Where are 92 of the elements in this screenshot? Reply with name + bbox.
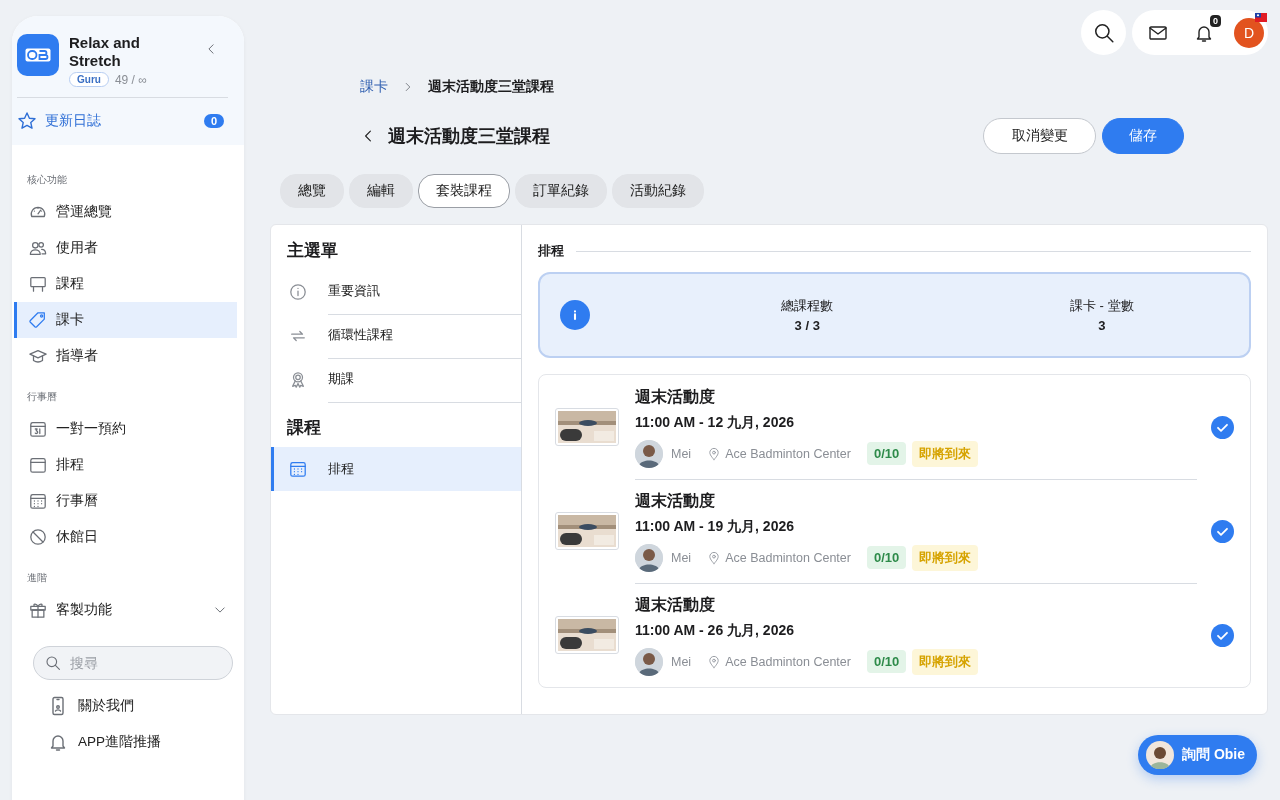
sidebar-item[interactable]: 營運總覽 bbox=[14, 194, 237, 230]
search-button[interactable] bbox=[1081, 10, 1126, 55]
session-time: 11:00 AM - 12 九月, 2026 bbox=[635, 413, 795, 432]
sidebar-item[interactable]: APP進階推播 bbox=[14, 724, 244, 760]
capacity-badge: 0/10 bbox=[866, 546, 907, 569]
count-badge: 0 bbox=[203, 114, 224, 128]
status-badge: 即將到來 bbox=[912, 440, 979, 467]
tag-icon bbox=[29, 311, 47, 329]
tab[interactable]: 訂單紀錄 bbox=[515, 174, 607, 208]
search-icon bbox=[45, 655, 61, 671]
app-logo bbox=[17, 34, 59, 76]
location-name: Ace Badminton Center bbox=[725, 446, 851, 461]
ask-assistant-button[interactable]: 詢問 Obie bbox=[1138, 735, 1257, 775]
sidebar-item[interactable]: 休館日 bbox=[14, 519, 237, 555]
instructor-avatar bbox=[635, 647, 663, 676]
calendar-icon bbox=[29, 492, 47, 510]
sidebar-item[interactable]: 課程 bbox=[14, 266, 237, 302]
prohibited-icon bbox=[29, 528, 47, 546]
pin-icon bbox=[707, 654, 722, 669]
status-badge: 即將到來 bbox=[912, 544, 979, 571]
section-heading: 行事曆 bbox=[26, 390, 58, 404]
tab[interactable]: 編輯 bbox=[349, 174, 413, 208]
notification-button[interactable]: 0 bbox=[1188, 16, 1220, 49]
summary-label: 總課程數 bbox=[780, 297, 835, 315]
sidebar-item[interactable]: 行事曆 bbox=[14, 483, 237, 519]
assistant-avatar bbox=[1146, 741, 1174, 769]
instructor-name: Mei bbox=[671, 654, 692, 669]
section-heading: 核心功能 bbox=[26, 173, 68, 187]
pin-icon bbox=[707, 446, 722, 461]
checkbox[interactable] bbox=[1211, 623, 1234, 647]
menu-item[interactable]: 排程 bbox=[271, 447, 521, 491]
save-button[interactable]: 儲存 bbox=[1102, 118, 1184, 154]
summary-label: 課卡 - 堂數 bbox=[1068, 297, 1135, 315]
summary-value: 3 bbox=[1097, 318, 1107, 333]
changelog-link[interactable]: 更新日誌 0 bbox=[17, 97, 228, 145]
sidebar-item[interactable]: 客製功能 bbox=[14, 592, 237, 628]
menu-item[interactable]: 循環性課程 bbox=[271, 314, 521, 358]
instructor-name: Mei bbox=[671, 550, 692, 565]
info-icon bbox=[289, 283, 307, 301]
section-heading: 排程 bbox=[538, 243, 564, 260]
page-title: 週末活動度三堂課程 bbox=[388, 125, 550, 148]
session-time: 11:00 AM - 19 九月, 2026 bbox=[635, 517, 795, 536]
instructor-name: Mei bbox=[671, 446, 692, 461]
checkbox[interactable] bbox=[1211, 519, 1234, 543]
calendar-icon bbox=[29, 420, 47, 438]
notification-badge: 0 bbox=[1210, 14, 1221, 27]
sidebar-item[interactable]: 一對一預約 bbox=[14, 411, 237, 447]
tab[interactable]: 套裝課程 bbox=[418, 174, 510, 208]
section-heading: 進階 bbox=[26, 571, 48, 585]
bell-icon bbox=[48, 732, 68, 752]
workspace-name: Relax and Stretch bbox=[69, 34, 141, 70]
sidebar-item[interactable]: 課卡 bbox=[14, 302, 237, 338]
capacity-badge: 0/10 bbox=[866, 442, 907, 465]
breadcrumb-current: 週末活動度三堂課程 bbox=[428, 78, 554, 96]
pin-icon bbox=[707, 550, 722, 565]
sidebar-item[interactable]: 使用者 bbox=[14, 230, 237, 266]
location-name: Ace Badminton Center bbox=[725, 550, 851, 565]
plan-badge: Guru bbox=[69, 72, 109, 87]
tab[interactable]: 活動紀錄 bbox=[612, 174, 704, 208]
cancel-button[interactable]: 取消變更 bbox=[983, 118, 1096, 154]
status-badge: 即將到來 bbox=[912, 648, 979, 675]
menu-item[interactable]: 重要資訊 bbox=[271, 270, 521, 314]
menu-item[interactable]: 期課 bbox=[271, 358, 521, 402]
search-field[interactable]: 搜尋 bbox=[33, 646, 233, 680]
location-name: Ace Badminton Center bbox=[725, 654, 851, 669]
instructor-avatar bbox=[635, 543, 663, 572]
session-time: 11:00 AM - 26 九月, 2026 bbox=[635, 621, 795, 640]
easel-icon bbox=[29, 275, 47, 293]
checkbox[interactable] bbox=[1211, 415, 1234, 439]
sidebar-item[interactable]: 指導者 bbox=[14, 338, 237, 374]
session-title: 週末活動度 bbox=[635, 594, 716, 615]
tab[interactable]: 總覽 bbox=[280, 174, 344, 208]
breadcrumb-link[interactable]: 課卡 bbox=[360, 78, 388, 96]
calendar-icon bbox=[29, 456, 47, 474]
info-icon bbox=[560, 300, 590, 330]
sidebar-item[interactable]: 關於我們 bbox=[14, 688, 244, 724]
gift-icon bbox=[29, 601, 47, 619]
menu-heading: 課程 bbox=[286, 417, 322, 439]
award-icon bbox=[289, 371, 307, 389]
star-icon bbox=[17, 111, 37, 131]
session-title: 週末活動度 bbox=[635, 386, 716, 407]
summary-value: 3 / 3 bbox=[793, 318, 821, 333]
session-title: 週末活動度 bbox=[635, 490, 716, 511]
capacity-badge: 0/10 bbox=[866, 650, 907, 673]
search-icon bbox=[1092, 21, 1115, 44]
users-icon bbox=[29, 239, 47, 257]
instructor-avatar bbox=[635, 439, 663, 468]
graduation-cap-icon bbox=[29, 347, 47, 365]
menu-heading: 主選單 bbox=[286, 240, 339, 262]
sidebar-item[interactable]: 排程 bbox=[14, 447, 237, 483]
usage-count: 49 / ∞ bbox=[114, 72, 147, 87]
calendar-icon bbox=[289, 460, 307, 478]
